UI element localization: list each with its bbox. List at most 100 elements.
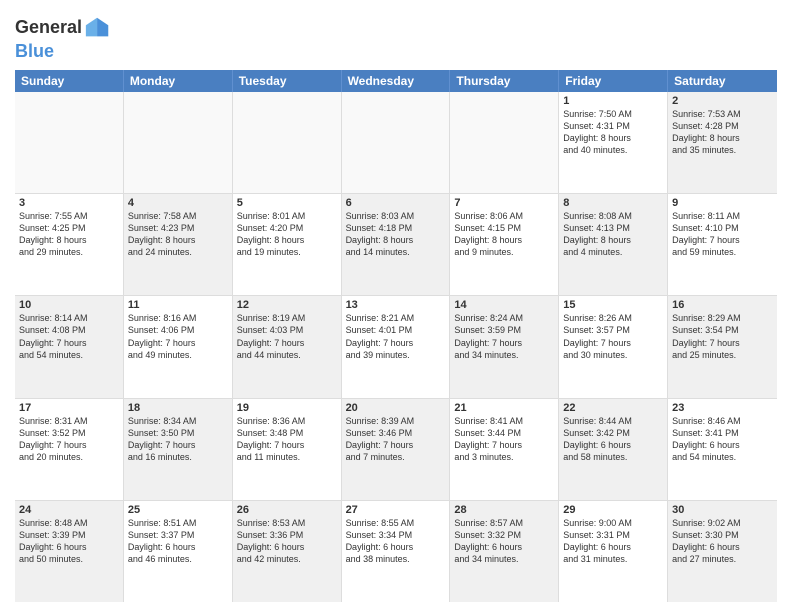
cell-info: Sunrise: 9:00 AM Sunset: 3:31 PM Dayligh… [563,517,663,566]
cell-info: Sunrise: 8:51 AM Sunset: 3:37 PM Dayligh… [128,517,228,566]
calendar-row-3: 17Sunrise: 8:31 AM Sunset: 3:52 PM Dayli… [15,399,777,501]
cell-info: Sunrise: 8:41 AM Sunset: 3:44 PM Dayligh… [454,415,554,464]
cal-cell-4-2: 26Sunrise: 8:53 AM Sunset: 3:36 PM Dayli… [233,501,342,602]
cal-cell-2-1: 11Sunrise: 8:16 AM Sunset: 4:06 PM Dayli… [124,296,233,397]
cal-cell-2-2: 12Sunrise: 8:19 AM Sunset: 4:03 PM Dayli… [233,296,342,397]
cal-cell-4-5: 29Sunrise: 9:00 AM Sunset: 3:31 PM Dayli… [559,501,668,602]
cal-cell-1-3: 6Sunrise: 8:03 AM Sunset: 4:18 PM Daylig… [342,194,451,295]
cal-cell-2-4: 14Sunrise: 8:24 AM Sunset: 3:59 PM Dayli… [450,296,559,397]
day-number: 9 [672,197,773,209]
cell-info: Sunrise: 8:03 AM Sunset: 4:18 PM Dayligh… [346,210,446,259]
day-number: 4 [128,197,228,209]
cell-info: Sunrise: 8:48 AM Sunset: 3:39 PM Dayligh… [19,517,119,566]
cal-cell-4-1: 25Sunrise: 8:51 AM Sunset: 3:37 PM Dayli… [124,501,233,602]
day-number: 27 [346,504,446,516]
cell-info: Sunrise: 8:14 AM Sunset: 4:08 PM Dayligh… [19,312,119,361]
calendar-header: SundayMondayTuesdayWednesdayThursdayFrid… [15,70,777,92]
calendar-row-0: 1Sunrise: 7:50 AM Sunset: 4:31 PM Daylig… [15,92,777,194]
cell-info: Sunrise: 8:19 AM Sunset: 4:03 PM Dayligh… [237,312,337,361]
cell-info: Sunrise: 8:16 AM Sunset: 4:06 PM Dayligh… [128,312,228,361]
day-number: 22 [563,402,663,414]
day-number: 18 [128,402,228,414]
cell-info: Sunrise: 9:02 AM Sunset: 3:30 PM Dayligh… [672,517,773,566]
calendar: SundayMondayTuesdayWednesdayThursdayFrid… [15,70,777,602]
cal-cell-2-0: 10Sunrise: 8:14 AM Sunset: 4:08 PM Dayli… [15,296,124,397]
logo: General Blue [15,14,112,62]
cell-info: Sunrise: 8:53 AM Sunset: 3:36 PM Dayligh… [237,517,337,566]
cal-cell-3-4: 21Sunrise: 8:41 AM Sunset: 3:44 PM Dayli… [450,399,559,500]
day-number: 19 [237,402,337,414]
cell-info: Sunrise: 7:55 AM Sunset: 4:25 PM Dayligh… [19,210,119,259]
day-number: 21 [454,402,554,414]
day-number: 15 [563,299,663,311]
logo-text: General [15,18,82,38]
cal-cell-3-0: 17Sunrise: 8:31 AM Sunset: 3:52 PM Dayli… [15,399,124,500]
header-day-friday: Friday [559,70,668,92]
day-number: 24 [19,504,119,516]
cal-cell-1-5: 8Sunrise: 8:08 AM Sunset: 4:13 PM Daylig… [559,194,668,295]
cell-info: Sunrise: 8:21 AM Sunset: 4:01 PM Dayligh… [346,312,446,361]
calendar-row-2: 10Sunrise: 8:14 AM Sunset: 4:08 PM Dayli… [15,296,777,398]
header-day-tuesday: Tuesday [233,70,342,92]
header-day-saturday: Saturday [668,70,777,92]
day-number: 7 [454,197,554,209]
cell-info: Sunrise: 8:29 AM Sunset: 3:54 PM Dayligh… [672,312,773,361]
day-number: 14 [454,299,554,311]
cell-info: Sunrise: 8:55 AM Sunset: 3:34 PM Dayligh… [346,517,446,566]
cell-info: Sunrise: 8:11 AM Sunset: 4:10 PM Dayligh… [672,210,773,259]
day-number: 26 [237,504,337,516]
cal-cell-0-1 [124,92,233,193]
page: General Blue SundayMondayTuesdayWednesda… [0,0,792,612]
cal-cell-1-4: 7Sunrise: 8:06 AM Sunset: 4:15 PM Daylig… [450,194,559,295]
day-number: 17 [19,402,119,414]
header-day-wednesday: Wednesday [342,70,451,92]
day-number: 12 [237,299,337,311]
cal-cell-0-5: 1Sunrise: 7:50 AM Sunset: 4:31 PM Daylig… [559,92,668,193]
day-number: 5 [237,197,337,209]
cell-info: Sunrise: 8:01 AM Sunset: 4:20 PM Dayligh… [237,210,337,259]
cal-cell-1-0: 3Sunrise: 7:55 AM Sunset: 4:25 PM Daylig… [15,194,124,295]
cell-info: Sunrise: 7:53 AM Sunset: 4:28 PM Dayligh… [672,108,773,157]
day-number: 30 [672,504,773,516]
cal-cell-2-3: 13Sunrise: 8:21 AM Sunset: 4:01 PM Dayli… [342,296,451,397]
cal-cell-2-5: 15Sunrise: 8:26 AM Sunset: 3:57 PM Dayli… [559,296,668,397]
calendar-body: 1Sunrise: 7:50 AM Sunset: 4:31 PM Daylig… [15,92,777,602]
day-number: 8 [563,197,663,209]
cell-info: Sunrise: 8:34 AM Sunset: 3:50 PM Dayligh… [128,415,228,464]
cell-info: Sunrise: 7:50 AM Sunset: 4:31 PM Dayligh… [563,108,663,157]
day-number: 6 [346,197,446,209]
cell-info: Sunrise: 8:06 AM Sunset: 4:15 PM Dayligh… [454,210,554,259]
cal-cell-4-3: 27Sunrise: 8:55 AM Sunset: 3:34 PM Dayli… [342,501,451,602]
day-number: 1 [563,95,663,107]
day-number: 16 [672,299,773,311]
cal-cell-0-4 [450,92,559,193]
logo-text2: Blue [15,42,112,62]
header-day-sunday: Sunday [15,70,124,92]
cell-info: Sunrise: 8:24 AM Sunset: 3:59 PM Dayligh… [454,312,554,361]
day-number: 28 [454,504,554,516]
day-number: 2 [672,95,773,107]
calendar-row-1: 3Sunrise: 7:55 AM Sunset: 4:25 PM Daylig… [15,194,777,296]
cal-cell-3-3: 20Sunrise: 8:39 AM Sunset: 3:46 PM Dayli… [342,399,451,500]
cell-info: Sunrise: 8:46 AM Sunset: 3:41 PM Dayligh… [672,415,773,464]
day-number: 11 [128,299,228,311]
cal-cell-0-2 [233,92,342,193]
day-number: 13 [346,299,446,311]
cell-info: Sunrise: 8:08 AM Sunset: 4:13 PM Dayligh… [563,210,663,259]
day-number: 25 [128,504,228,516]
cal-cell-1-2: 5Sunrise: 8:01 AM Sunset: 4:20 PM Daylig… [233,194,342,295]
cal-cell-1-6: 9Sunrise: 8:11 AM Sunset: 4:10 PM Daylig… [668,194,777,295]
cell-info: Sunrise: 8:26 AM Sunset: 3:57 PM Dayligh… [563,312,663,361]
calendar-row-4: 24Sunrise: 8:48 AM Sunset: 3:39 PM Dayli… [15,501,777,602]
day-number: 23 [672,402,773,414]
cal-cell-0-6: 2Sunrise: 7:53 AM Sunset: 4:28 PM Daylig… [668,92,777,193]
cell-info: Sunrise: 8:31 AM Sunset: 3:52 PM Dayligh… [19,415,119,464]
header-day-thursday: Thursday [450,70,559,92]
day-number: 3 [19,197,119,209]
cell-info: Sunrise: 8:36 AM Sunset: 3:48 PM Dayligh… [237,415,337,464]
cal-cell-3-5: 22Sunrise: 8:44 AM Sunset: 3:42 PM Dayli… [559,399,668,500]
cal-cell-0-3 [342,92,451,193]
cell-info: Sunrise: 8:57 AM Sunset: 3:32 PM Dayligh… [454,517,554,566]
cal-cell-3-2: 19Sunrise: 8:36 AM Sunset: 3:48 PM Dayli… [233,399,342,500]
cal-cell-4-6: 30Sunrise: 9:02 AM Sunset: 3:30 PM Dayli… [668,501,777,602]
